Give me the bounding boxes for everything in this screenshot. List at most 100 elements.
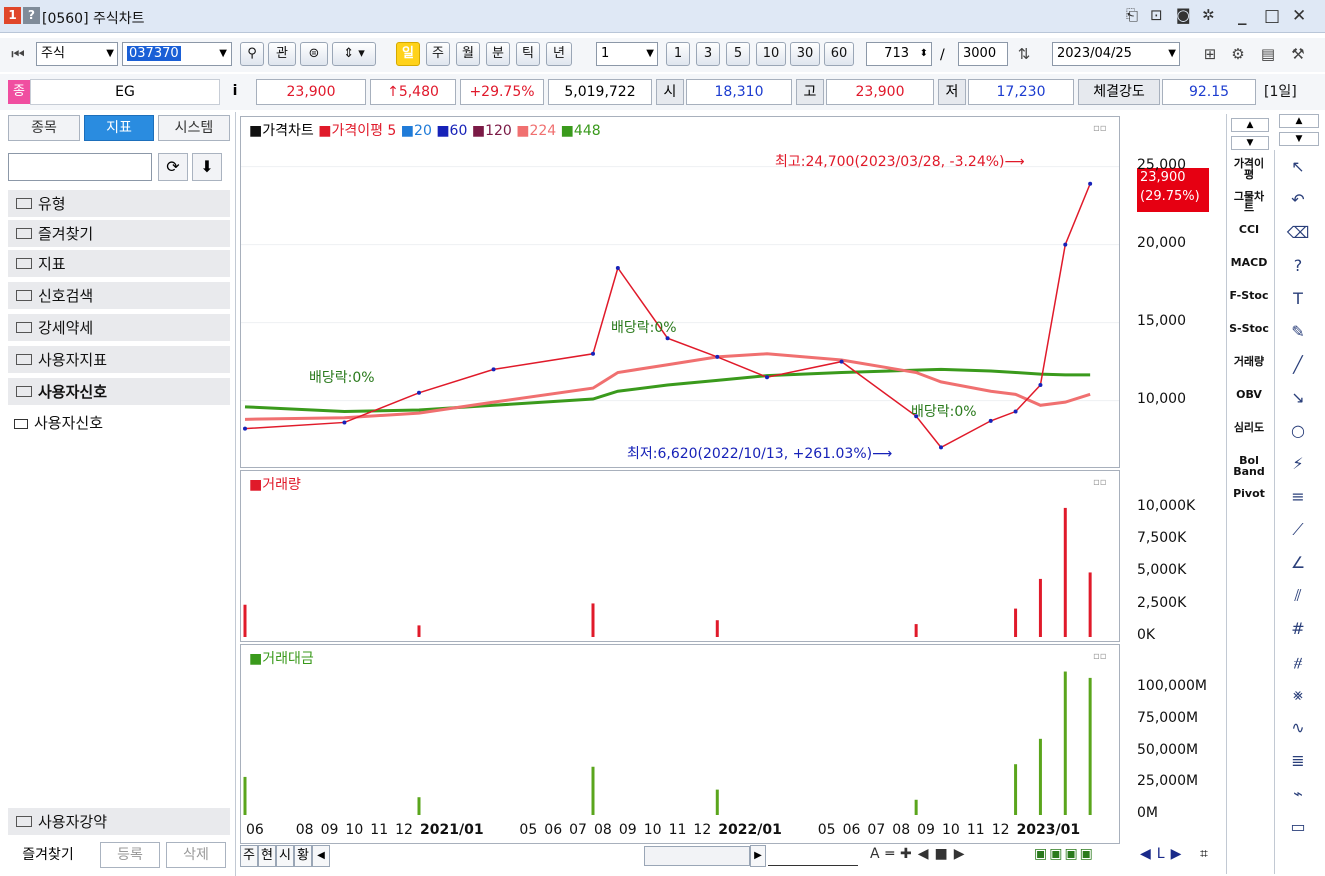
undo-icon[interactable]: ↶ [1281,187,1315,213]
grid-icon[interactable]: # [1281,616,1315,642]
nav-prev-icon[interactable]: ◀ [918,846,935,862]
interest-button[interactable]: 관 [268,42,296,66]
trade-value-chart[interactable] [241,645,1120,844]
scroll-right-icon[interactable]: ▶ [750,845,766,867]
leaf-user-signal[interactable]: 사용자신호 [14,412,103,433]
indicator-item[interactable]: F-Stoc [1229,290,1269,301]
count-toggle-icon[interactable]: ⇅ [1012,43,1036,65]
unit-3-button[interactable]: 3 [696,42,720,66]
stock-code-input[interactable]: 037370 ▼ [122,42,232,66]
line-icon[interactable]: ╱ [1281,352,1315,378]
scroll-left-icon[interactable]: ◀ [312,845,330,867]
period-week-button[interactable]: 주 [426,42,450,66]
nav-next-icon[interactable]: ▶ [954,846,971,862]
save-icon[interactable]: ▤ [1256,43,1280,65]
period-day-button[interactable]: 일 [396,42,420,66]
window-number-badge[interactable]: 1 [4,7,21,24]
legend-ma224[interactable]: ■224 [516,123,556,139]
folder-user-signals[interactable]: 사용자신호 [8,378,230,406]
updown-button[interactable]: ⇕ ▾ [332,42,376,66]
volume-pane[interactable]: ■거래량 ▫▫ [240,470,1120,642]
circle-icon[interactable]: ○ [1281,418,1315,444]
range-left-icon[interactable]: ◀ [1140,846,1157,862]
folder-type[interactable]: 유형 [8,190,230,218]
stock-info-button[interactable]: i [224,79,246,105]
parallel-icon[interactable]: ≡ [1281,484,1315,510]
legend-ma-label[interactable]: ■가격이평 5 [318,123,396,139]
indicator-item[interactable]: OBV [1229,389,1269,400]
register-button[interactable]: 등록 [100,842,160,868]
trade-value-pane[interactable]: ■거래대금 ▫▫ [240,644,1120,844]
nav-stop-icon[interactable]: ■ [935,846,954,862]
pin-icon[interactable]: ⎗ [1126,6,1138,24]
volume-legend[interactable]: ■거래량 [249,474,301,494]
total-count-input[interactable]: 3000 [958,42,1008,66]
help-badge[interactable]: ? [23,7,40,24]
pane-window-icons[interactable]: ▫▫ [1093,477,1107,488]
period-minute-button[interactable]: 분 [486,42,510,66]
tab-system[interactable]: 시스템 [158,115,230,141]
channel-icon[interactable]: ⧣ [1281,649,1315,675]
legend-ma120[interactable]: ■120 [472,123,512,139]
display-count-input[interactable]: 713 ⬍ [866,42,932,66]
crossing-icon[interactable]: ⨳ [1281,682,1315,708]
ray-icon[interactable]: ↘ [1281,385,1315,411]
indicator-item[interactable]: 그물차트 [1229,191,1269,213]
erase-all-icon[interactable]: ⌫ [1281,220,1315,246]
price-pane[interactable]: ■가격차트 ■가격이평 5 ■20 ■60 ■120 ■224 ■448 최고:… [240,116,1120,468]
stock-info-button[interactable]: ⊜ [300,42,328,66]
andrews-icon[interactable]: ⚡ [1281,451,1315,477]
cross-lines-icon[interactable]: ⫽ [1281,583,1315,609]
unit-5-button[interactable]: 5 [726,42,750,66]
fan-icon[interactable]: ∠ [1281,550,1315,576]
text-icon[interactable]: T [1281,286,1315,312]
camera-icon[interactable]: ◙ [1176,6,1191,24]
nav-auto[interactable]: A [870,846,886,862]
folder-strength[interactable]: 강세약세 [8,314,230,342]
refresh-icon[interactable]: ⟳ [158,153,188,181]
period-month-button[interactable]: 월 [456,42,480,66]
folder-favorites[interactable]: 즐겨찾기 [8,220,230,248]
volume-chart[interactable] [241,471,1120,642]
indicator-item[interactable]: MACD [1229,257,1269,268]
window-icon[interactable]: ▭ [1281,814,1315,840]
spinner-icon[interactable]: ⬍ [920,43,928,65]
chart-scrollbar[interactable] [644,846,750,866]
chevron-down-icon[interactable]: ▼ [219,43,227,65]
close-button[interactable]: ✕ [1292,6,1306,26]
indicator-item[interactable]: Pivot [1229,488,1269,499]
settings-icon[interactable]: ✲ [1202,6,1215,24]
wave-icon[interactable]: ∿ [1281,715,1315,741]
date-select[interactable]: 2023/04/25 ▼ [1052,42,1180,66]
folder-user-indicators[interactable]: 사용자지표 [8,346,230,374]
delete-button[interactable]: 삭제 [166,842,226,868]
view-icons[interactable]: ▣▣▣▣ [1034,846,1095,862]
legend-ma448[interactable]: ■448 [561,123,601,139]
trade-value-legend[interactable]: ■거래대금 [249,648,314,668]
indicator-item[interactable]: Bol Band [1229,455,1269,477]
cursor-icon[interactable]: ↖ [1281,154,1315,180]
help-icon[interactable]: ? [1281,253,1315,279]
fibonacci-icon[interactable]: ≣ [1281,748,1315,774]
status-button[interactable]: 황 [294,845,312,867]
maximize-button[interactable]: □ [1264,6,1280,26]
range-controls[interactable]: ◀L▶ [1140,846,1187,862]
scroll-up-icon[interactable]: ▲ [1231,118,1269,132]
pane-window-icons[interactable]: ▫▫ [1093,123,1107,134]
period-tick-button[interactable]: 틱 [516,42,540,66]
nav-plus-icon[interactable]: ✚ [900,846,918,862]
legend-price-chart[interactable]: ■가격차트 [249,123,314,139]
tab-stocks[interactable]: 종목 [8,115,80,141]
indicator-item[interactable]: S-Stoc [1229,323,1269,334]
pane-window-icons[interactable]: ▫▫ [1093,651,1107,662]
indicator-search-input[interactable] [8,153,152,181]
marker-icon[interactable]: ✎ [1281,319,1315,345]
download-icon[interactable]: ⬇ [192,153,222,181]
tools-scroll-up-icon[interactable]: ▲ [1279,114,1319,128]
unit-1-button[interactable]: 1 [666,42,690,66]
nav-controls[interactable]: A═✚◀■▶ [870,846,971,862]
range-last-icon[interactable]: L [1157,846,1171,862]
layout-icon[interactable]: ⊞ [1198,43,1222,65]
folder-signal-search[interactable]: 신호검색 [8,282,230,310]
link-icon[interactable]: ⊡ [1150,6,1163,24]
